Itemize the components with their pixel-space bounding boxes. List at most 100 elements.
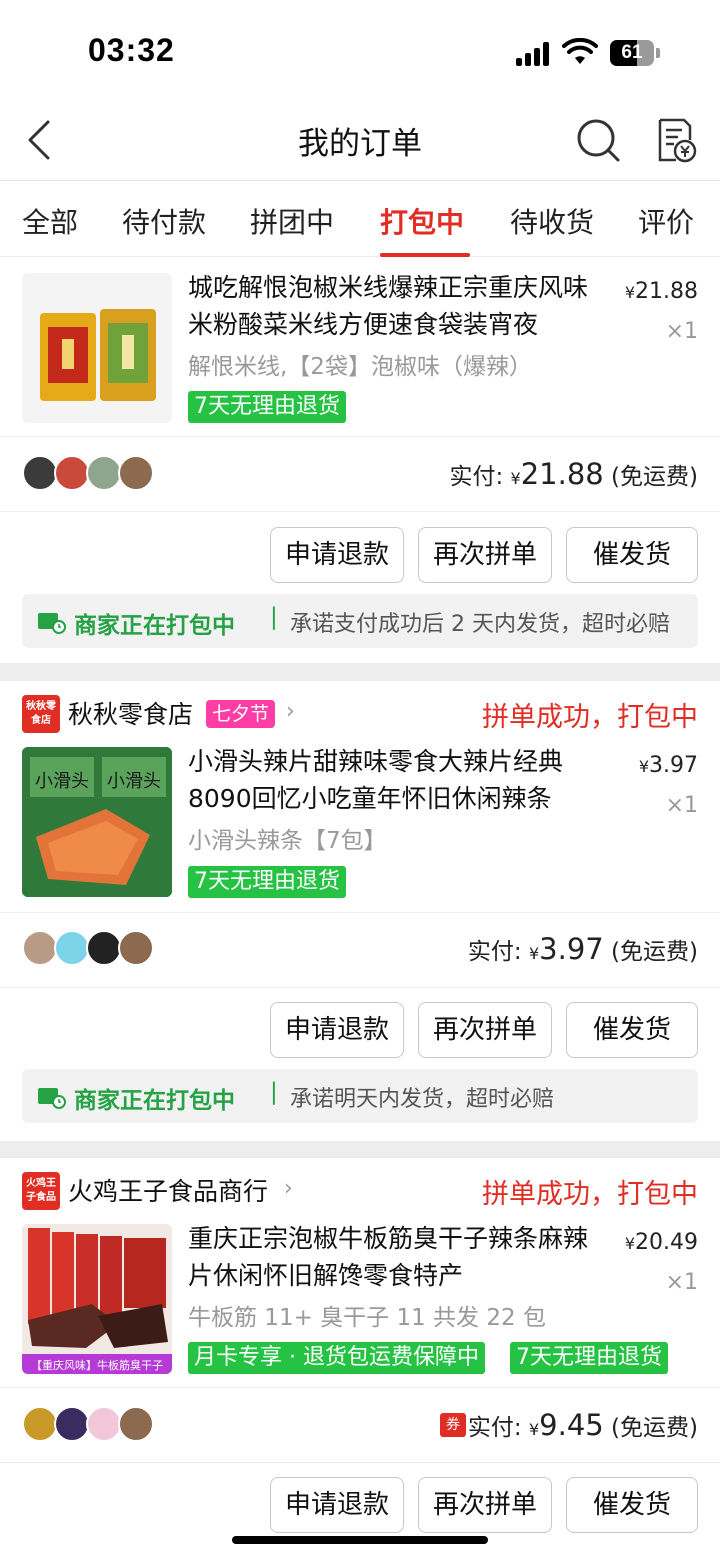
tab-pending-payment[interactable]: 待付款	[122, 201, 206, 241]
paid-value: 21.88	[520, 457, 604, 491]
price-value: 20.49	[635, 1230, 698, 1255]
divider	[0, 1462, 720, 1463]
currency-symbol: ¥	[624, 283, 636, 302]
refund-button[interactable]: 申请退款	[270, 527, 404, 583]
wifi-icon	[562, 38, 598, 64]
avatar	[22, 1406, 58, 1442]
avatar	[118, 455, 154, 491]
refund-button[interactable]: 申请退款	[270, 1002, 404, 1058]
monthly-card-badge: 月卡专享 · 退货包运费保障中	[188, 1342, 485, 1374]
order-status: 拼单成功，打包中	[482, 1179, 698, 1210]
shipping-note: (免运费)	[611, 1415, 698, 1441]
return-badge: 7天无理由退货	[510, 1342, 668, 1374]
avatar	[22, 455, 58, 491]
product-title[interactable]: 城吃解恨泡椒米线爆辣正宗重庆风味米粉酸菜米线方便速食袋装宵夜	[188, 269, 588, 343]
divider	[0, 1387, 720, 1388]
product-price: ¥21.88	[625, 279, 698, 304]
svg-text:小滑头: 小滑头	[35, 771, 89, 792]
shop-header[interactable]: 秋秋零食店 秋秋零食店 七夕节 › 拼单成功，打包中	[0, 681, 720, 745]
currency-symbol: ¥	[638, 757, 650, 776]
urge-shipping-button[interactable]: 催发货	[566, 1477, 698, 1533]
paid-amount: 实付: ¥9.45 (免运费)	[468, 1408, 698, 1442]
shipping-note: (免运费)	[611, 464, 698, 490]
order-status: 拼单成功，打包中	[482, 702, 698, 733]
festival-tag: 七夕节	[206, 700, 276, 728]
nav-bar: 我的订单	[0, 100, 720, 180]
status-bar: 03:32 61	[0, 0, 720, 100]
packing-status: 商家正在打包中	[74, 613, 235, 639]
product-spec: 解恨米线,【2袋】泡椒味（爆辣）	[188, 354, 532, 380]
product-spec: 小滑头辣条【7包】	[188, 828, 387, 854]
order-tabs: 全部 待付款 拼团中 打包中 待收货 评价	[0, 180, 720, 257]
paid-label: 实付:	[467, 939, 522, 965]
urge-shipping-button[interactable]: 催发货	[566, 1002, 698, 1058]
tab-packing[interactable]: 打包中	[380, 201, 464, 241]
product-image[interactable]: 【重庆风味】牛板筋臭干子	[22, 1224, 172, 1374]
product-title[interactable]: 重庆正宗泡椒牛板筋臭干子辣条麻辣片休闲怀旧解馋零食特产	[188, 1220, 588, 1294]
urge-shipping-button[interactable]: 催发货	[566, 527, 698, 583]
shipping-notice: 商家正在打包中 | 承诺支付成功后 2 天内发货，超时必赔	[22, 594, 698, 648]
shop-name[interactable]: 火鸡王子食品商行	[68, 1172, 268, 1208]
reorder-button[interactable]: 再次拼单	[418, 1477, 552, 1533]
price-value: 3.97	[649, 753, 698, 778]
coupon-icon: 券	[440, 1413, 466, 1437]
truck-icon	[38, 613, 66, 634]
reorder-button[interactable]: 再次拼单	[418, 527, 552, 583]
tab-to-receive[interactable]: 待收货	[510, 201, 594, 241]
avatar	[86, 1406, 122, 1442]
group-avatars[interactable]	[22, 455, 154, 491]
bill-icon[interactable]	[654, 116, 698, 164]
search-icon[interactable]	[574, 116, 622, 164]
avatar	[54, 455, 90, 491]
avatar	[86, 455, 122, 491]
avatar	[54, 930, 90, 966]
currency-symbol: ¥	[528, 1420, 540, 1439]
avatar	[22, 930, 58, 966]
tab-all[interactable]: 全部	[22, 201, 78, 241]
home-indicator[interactable]	[232, 1536, 488, 1544]
shipping-promise: 承诺明天内发货，超时必赔	[290, 1087, 555, 1112]
reorder-button[interactable]: 再次拼单	[418, 1002, 552, 1058]
paid-value: 3.97	[539, 932, 604, 966]
shop-logo: 秋秋零食店	[22, 695, 60, 733]
status-time: 03:32	[88, 32, 175, 68]
divider	[0, 511, 720, 512]
tab-review[interactable]: 评价	[638, 201, 694, 241]
svg-text:小滑头: 小滑头	[107, 771, 161, 792]
return-badge: 7天无理由退货	[188, 866, 346, 898]
product-image[interactable]: 小滑头 小滑头	[22, 747, 172, 897]
avatar	[86, 930, 122, 966]
paid-amount: 实付: ¥21.88 (免运费)	[449, 457, 698, 491]
separator: |	[270, 604, 278, 630]
product-price: ¥3.97	[639, 753, 698, 778]
order-card: 秋秋零食店 秋秋零食店 七夕节 › 拼单成功，打包中 小滑头 小滑头 小滑头辣片…	[0, 681, 720, 1141]
refund-button[interactable]: 申请退款	[270, 1477, 404, 1533]
currency-symbol: ¥	[510, 469, 521, 488]
group-avatars[interactable]	[22, 930, 154, 966]
paid-amount: 实付: ¥3.97 (免运费)	[468, 932, 698, 966]
product-spec: 牛板筋 11+ 臭干子 11 共发 22 包	[188, 1305, 546, 1331]
shipping-notice: 商家正在打包中 | 承诺明天内发货，超时必赔	[22, 1069, 698, 1123]
product-title[interactable]: 小滑头辣片甜辣味零食大辣片经典8090回忆小吃童年怀旧休闲辣条	[188, 743, 588, 817]
shop-name[interactable]: 秋秋零食店	[68, 695, 193, 731]
paid-label: 实付:	[449, 464, 504, 490]
divider	[0, 912, 720, 913]
shipping-note: (免运费)	[611, 939, 698, 965]
divider	[0, 987, 720, 988]
packing-status: 商家正在打包中	[74, 1088, 235, 1114]
currency-symbol: ¥	[624, 1234, 636, 1253]
avatar	[118, 1406, 154, 1442]
product-quantity: ×1	[665, 793, 698, 818]
chevron-right-icon: ›	[284, 1176, 293, 1201]
chevron-right-icon: ›	[286, 699, 295, 724]
group-avatars[interactable]	[22, 1406, 154, 1442]
product-price: ¥20.49	[625, 1230, 698, 1255]
paid-label: 实付:	[467, 1415, 522, 1441]
shop-header[interactable]: 火鸡王子食品 火鸡王子食品商行 › 拼单成功，打包中	[0, 1158, 720, 1222]
product-image[interactable]	[22, 273, 172, 423]
order-card: 城吃解恨泡椒米线爆辣正宗重庆风味米粉酸菜米线方便速食袋装宵夜 ¥21.88 ×1…	[0, 257, 720, 663]
separator: |	[270, 1079, 278, 1105]
product-quantity: ×1	[665, 319, 698, 344]
tab-group-buying[interactable]: 拼团中	[250, 201, 334, 241]
battery-level: 61	[621, 42, 643, 63]
